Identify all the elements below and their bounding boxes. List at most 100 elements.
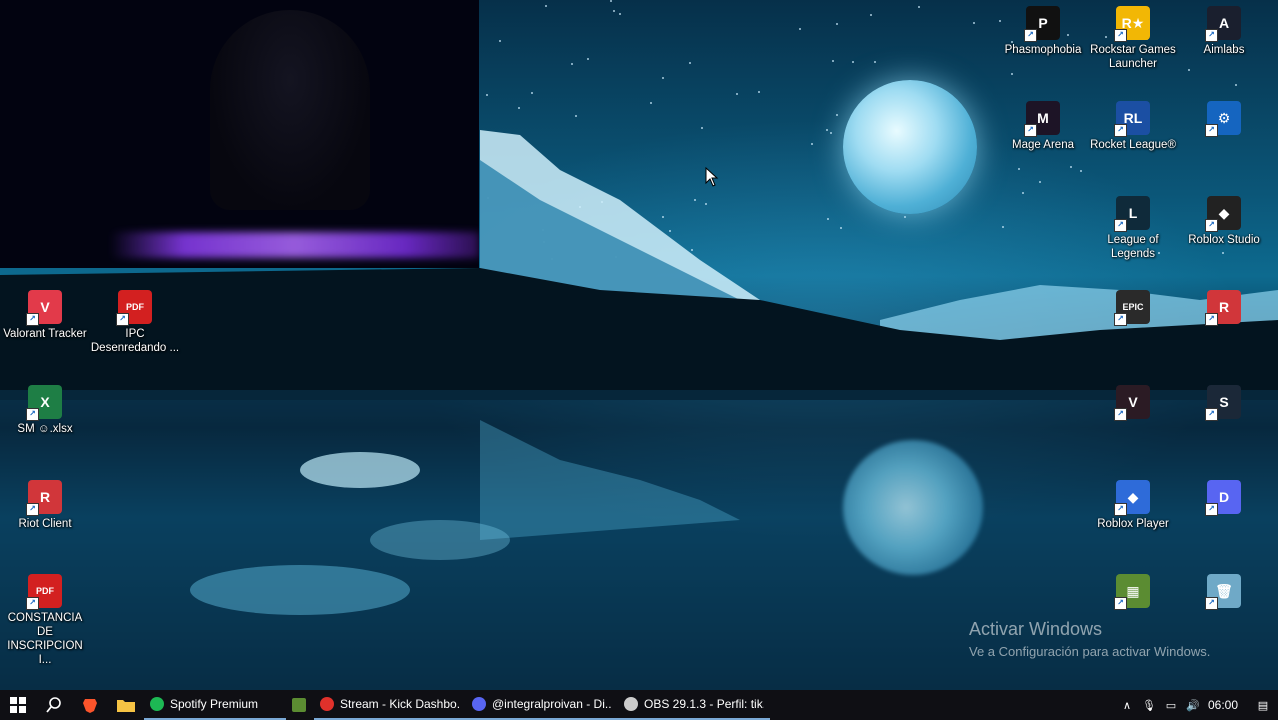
riot-client-icon: R ↗ xyxy=(26,480,62,516)
microphone-icon[interactable]: 🎙 xyxy=(1142,698,1156,712)
taskbar-app-label: Stream - Kick Dashbo... xyxy=(340,697,460,711)
desktop-icon-app[interactable]: V ↗ xyxy=(1088,385,1178,422)
notification-center-icon[interactable]: ▤ xyxy=(1256,698,1270,712)
chevron-up-icon[interactable]: ∧ xyxy=(1120,698,1134,712)
desktop-icon-label: Riot Client xyxy=(18,518,72,530)
shortcut-arrow-icon: ↗ xyxy=(26,408,39,421)
webcam-overlay xyxy=(0,0,479,268)
desktop-icon-app[interactable]: ▦ ↗ xyxy=(1088,574,1178,611)
desktop-icon-constancia-de-inscripcion-i[interactable]: PDF ↗ CONSTANCIA DE INSCRIPCION I... xyxy=(0,574,90,667)
shortcut-arrow-icon: ↗ xyxy=(26,597,39,610)
desktop-icon-league-of-legends[interactable]: L ↗ League of Legends xyxy=(1088,196,1178,261)
shortcut-arrow-icon: ↗ xyxy=(1205,503,1218,516)
watermark-subtitle: Ve a Configuración para activar Windows. xyxy=(969,644,1211,659)
constancia-de-inscripcion-i-icon: PDF ↗ xyxy=(26,574,62,610)
file-explorer-button[interactable] xyxy=(108,690,144,720)
network-icon[interactable]: ▭ xyxy=(1164,698,1178,712)
start-button[interactable] xyxy=(0,690,36,720)
shortcut-arrow-icon: ↗ xyxy=(1024,124,1037,137)
shortcut-arrow-icon: ↗ xyxy=(1024,29,1037,42)
taskbar-app-icon xyxy=(624,697,638,711)
desktop-icon-phasmophobia[interactable]: P ↗ Phasmophobia xyxy=(998,6,1088,57)
taskbar-apps: Spotify Premium Stream - Kick Dashbo... @i… xyxy=(144,690,770,720)
taskbar-app-label: Spotify Premium xyxy=(170,697,259,711)
taskbar-app-1[interactable] xyxy=(286,690,314,720)
desktop-icon-label: IPC Desenredando ... xyxy=(90,328,180,354)
desktop-icon-label: Mage Arena xyxy=(1011,139,1074,151)
desktop-icon-app[interactable]: R ↗ xyxy=(1179,290,1269,327)
taskbar-app-3[interactable]: @integralproivan - Di... xyxy=(466,690,618,720)
desktop-icon-label: CONSTANCIA DE INSCRIPCION I... xyxy=(7,612,83,666)
watermark-title: Activar Windows xyxy=(969,619,1103,639)
moon-reflection xyxy=(843,440,983,575)
folder-icon xyxy=(117,700,135,712)
taskbar-clock[interactable]: 06:00 xyxy=(1208,698,1238,712)
shortcut-arrow-icon: ↗ xyxy=(116,313,129,326)
app-icon: ▦ ↗ xyxy=(1114,574,1150,610)
mage-arena-icon: M ↗ xyxy=(1024,101,1060,137)
desktop-icon-app[interactable]: EPIC ↗ xyxy=(1088,290,1178,327)
desktop-icon-ipc-desenredando[interactable]: PDF ↗ IPC Desenredando ... xyxy=(90,290,180,355)
desktop-icon-label: Rockstar Games Launcher xyxy=(1090,44,1176,70)
desktop-icon-label: Roblox Player xyxy=(1097,518,1169,530)
shortcut-arrow-icon: ↗ xyxy=(1114,219,1127,232)
desktop-icon-roblox-player[interactable]: ◆ ↗ Roblox Player xyxy=(1088,480,1178,531)
desktop-icon-app[interactable]: 🗑 ↗ xyxy=(1179,574,1269,611)
rockstar-games-launcher-icon: R★ ↗ xyxy=(1114,6,1150,42)
desktop-icon-label: Valorant Tracker xyxy=(3,328,87,340)
desktop-icon-label: Phasmophobia xyxy=(1004,44,1082,56)
shortcut-arrow-icon: ↗ xyxy=(1114,503,1127,516)
roblox-studio-icon: ◆ ↗ xyxy=(1205,196,1241,232)
mouse-cursor-icon xyxy=(705,167,719,187)
shortcut-arrow-icon: ↗ xyxy=(1114,124,1127,137)
desktop-icon-app[interactable]: ⚙ ↗ xyxy=(1179,101,1269,138)
shortcut-arrow-icon: ↗ xyxy=(1114,313,1127,326)
taskbar: Spotify Premium Stream - Kick Dashbo... @i… xyxy=(0,690,1278,720)
desktop-icon-label: Aimlabs xyxy=(1203,44,1245,56)
search-button[interactable] xyxy=(36,690,72,720)
desktop-icon-rocket-league[interactable]: RL ↗ Rocket League® xyxy=(1088,101,1178,152)
phasmophobia-icon: P ↗ xyxy=(1024,6,1060,42)
desktop-icon-riot-client[interactable]: R ↗ Riot Client xyxy=(0,480,90,531)
shortcut-arrow-icon: ↗ xyxy=(26,503,39,516)
taskbar-app-0[interactable]: Spotify Premium xyxy=(144,690,286,720)
moon xyxy=(843,80,977,214)
desktop-icon-app[interactable]: S ↗ xyxy=(1179,385,1269,422)
taskbar-app-icon xyxy=(292,698,306,712)
desktop-icon-roblox-studio[interactable]: ◆ ↗ Roblox Studio xyxy=(1179,196,1269,247)
shortcut-arrow-icon: ↗ xyxy=(1205,597,1218,610)
shortcut-arrow-icon: ↗ xyxy=(1205,219,1218,232)
desktop-icon-app[interactable]: D ↗ xyxy=(1179,480,1269,517)
brave-browser-button[interactable] xyxy=(72,690,108,720)
app-icon: EPIC ↗ xyxy=(1114,290,1150,326)
desktop-icon-sm-xlsx[interactable]: X ↗ SM ☺.xlsx xyxy=(0,385,90,436)
shortcut-arrow-icon: ↗ xyxy=(1205,29,1218,42)
shortcut-arrow-icon: ↗ xyxy=(1205,124,1218,137)
speaker-icon[interactable]: 🔊 xyxy=(1186,698,1200,712)
desktop-icon-mage-arena[interactable]: M ↗ Mage Arena xyxy=(998,101,1088,152)
desktop-icon-aimlabs[interactable]: A ↗ Aimlabs xyxy=(1179,6,1269,57)
app-icon: ⚙ ↗ xyxy=(1205,101,1241,137)
app-icon: R ↗ xyxy=(1205,290,1241,326)
sm-xlsx-icon: X ↗ xyxy=(26,385,62,421)
taskbar-app-2[interactable]: Stream - Kick Dashbo... xyxy=(314,690,466,720)
desktop-icon-label: League of Legends xyxy=(1107,234,1159,260)
taskbar-app-label: @integralproivan - Di... xyxy=(492,697,612,711)
webcam-person xyxy=(210,10,370,210)
system-tray: ∧ 🎙 ▭ 🔊 06:00 ▤ xyxy=(1120,690,1278,720)
desktop-icon-valorant-tracker[interactable]: V ↗ Valorant Tracker xyxy=(0,290,90,341)
valorant-tracker-icon: V ↗ xyxy=(26,290,62,326)
desktop-icon-label: SM ☺.xlsx xyxy=(17,423,73,435)
shortcut-arrow-icon: ↗ xyxy=(1205,313,1218,326)
ipc-desenredando-icon: PDF ↗ xyxy=(116,290,152,326)
shortcut-arrow-icon: ↗ xyxy=(26,313,39,326)
taskbar-app-4[interactable]: OBS 29.1.3 - Perfil: tik... xyxy=(618,690,770,720)
desktop-icon-rockstar-games-launcher[interactable]: R★ ↗ Rockstar Games Launcher xyxy=(1088,6,1178,71)
brave-lion-icon xyxy=(83,699,97,713)
app-icon: V ↗ xyxy=(1114,385,1150,421)
app-icon: D ↗ xyxy=(1205,480,1241,516)
windows-logo-icon xyxy=(10,697,26,713)
aimlabs-icon: A ↗ xyxy=(1205,6,1241,42)
app-icon: S ↗ xyxy=(1205,385,1241,421)
desktop-icon-label: Roblox Studio xyxy=(1188,234,1260,246)
